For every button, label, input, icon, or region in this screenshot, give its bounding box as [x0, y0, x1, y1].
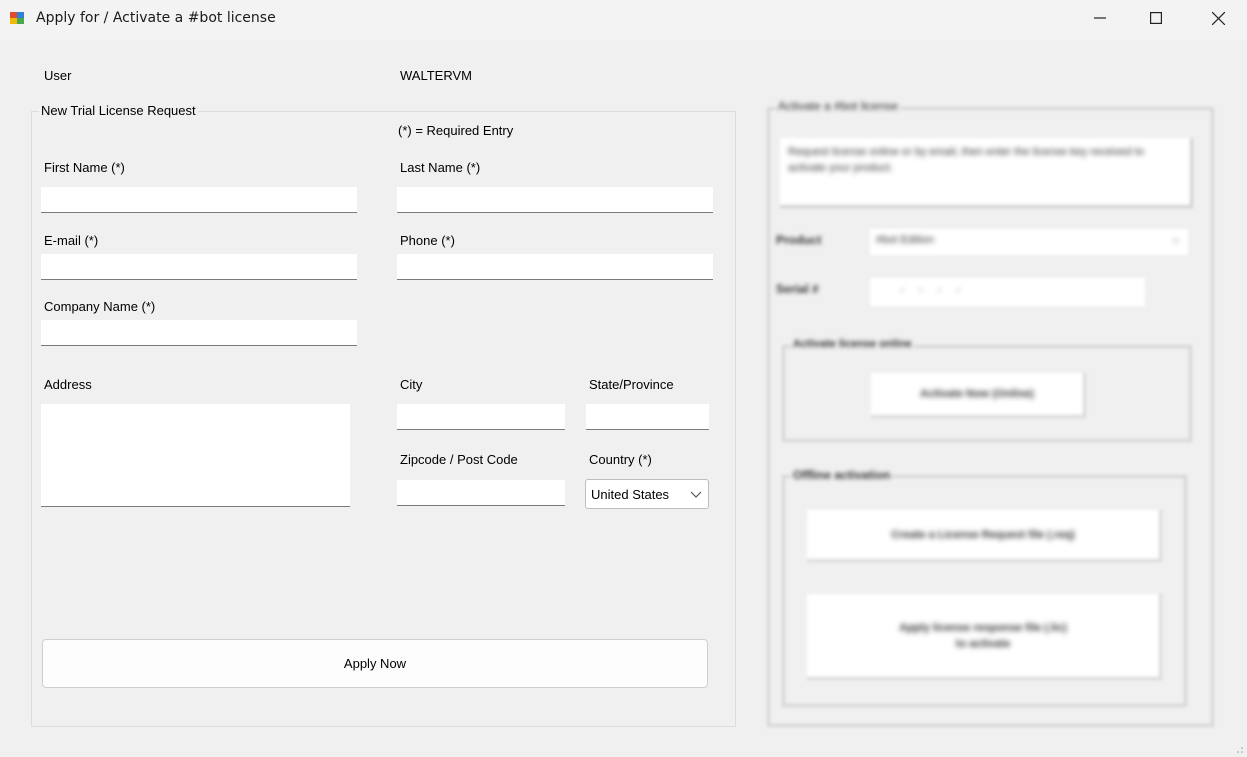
serial-label: Serial #: [776, 282, 819, 296]
state-label: State/Province: [589, 377, 674, 392]
email-label: E-mail (*): [44, 233, 99, 248]
maximize-button[interactable]: [1133, 0, 1179, 36]
serial-value: - - - -: [900, 284, 966, 296]
last-name-field[interactable]: [397, 187, 713, 213]
serial-field[interactable]: - - - -: [870, 278, 1145, 306]
chevron-down-icon: [690, 488, 702, 503]
activation-info-text: Request license online or by email, then…: [788, 146, 1144, 174]
country-select[interactable]: United States: [585, 479, 709, 509]
apply-response-button[interactable]: Apply license response file (.lic) to ac…: [807, 594, 1162, 680]
resize-grip-icon[interactable]: [1232, 742, 1244, 757]
activate-online-button[interactable]: Activate Now (Online): [871, 373, 1086, 418]
product-value: #bot Edition: [876, 234, 935, 246]
phone-field[interactable]: [397, 254, 713, 280]
user-label: User: [44, 68, 72, 83]
activate-online-label: Activate Now (Online): [920, 388, 1034, 400]
email-group-title: Offline activation: [791, 468, 893, 482]
online-group-title: Activate license online: [791, 338, 914, 350]
create-request-label: Create a License Request file (.req): [891, 528, 1075, 541]
zip-field[interactable]: [397, 480, 565, 506]
required-note: (*) = Required Entry: [398, 123, 514, 138]
city-label: City: [400, 377, 423, 392]
address-field[interactable]: [41, 404, 350, 507]
first-name-field[interactable]: [41, 187, 357, 213]
product-label: Product: [776, 233, 822, 247]
apply-now-button[interactable]: Apply Now: [42, 639, 708, 688]
user-value: WALTERVM: [400, 68, 472, 83]
last-name-label: Last Name (*): [400, 160, 481, 175]
first-name-label: First Name (*): [44, 160, 125, 175]
product-select[interactable]: #bot Edition ⌄: [870, 229, 1188, 255]
phone-label: Phone (*): [400, 233, 455, 248]
minimize-icon: [1094, 12, 1106, 24]
title-bar: Apply for / Activate a #bot license: [0, 0, 1247, 40]
city-field[interactable]: [397, 404, 565, 430]
maximize-icon: [1150, 12, 1162, 24]
window-title: Apply for / Activate a #bot license: [36, 10, 276, 26]
activation-info-box: Request license online or by email, then…: [780, 138, 1193, 208]
company-field[interactable]: [41, 320, 357, 346]
close-icon: [1211, 11, 1225, 25]
create-request-button[interactable]: Create a License Request file (.req): [807, 510, 1162, 562]
company-label: Company Name (*): [44, 299, 156, 314]
apply-response-label: Apply license response file (.lic) to ac…: [899, 621, 1067, 650]
activation-group-title: Activate a #bot license: [776, 99, 901, 113]
country-value: United States: [591, 486, 670, 502]
email-field[interactable]: [41, 254, 357, 280]
chevron-down-icon: ⌄: [1171, 234, 1180, 245]
minimize-button[interactable]: [1077, 0, 1123, 36]
trial-group-title: New Trial License Request: [39, 103, 198, 118]
address-label: Address: [44, 377, 92, 392]
zip-label: Zipcode / Post Code: [400, 452, 518, 467]
state-field[interactable]: [586, 404, 709, 430]
country-label: Country (*): [589, 452, 652, 467]
app-icon: [9, 10, 25, 26]
close-button[interactable]: [1195, 0, 1241, 36]
